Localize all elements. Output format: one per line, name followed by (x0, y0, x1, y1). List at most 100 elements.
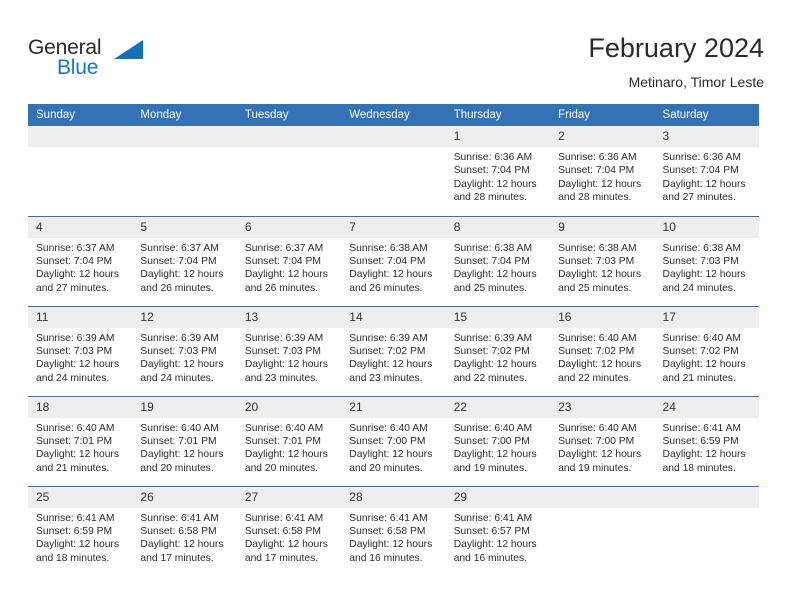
calendar-day-cell-empty (236, 126, 342, 216)
sunset-time: Sunset: 7:04 PM (140, 255, 217, 267)
day-number (550, 486, 655, 508)
day-details: Sunrise: 6:40 AM Sunset: 7:00 PM Daylight:… (446, 418, 550, 476)
calendar-day-cell[interactable]: 24 Sunrise: 6:41 AM Sunset: 6:59 PM Dayligh… (654, 395, 759, 486)
calendar-day-cell[interactable]: 22 Sunrise: 6:40 AM Sunset: 7:00 PM Dayligh… (445, 395, 551, 486)
day-number: 21 (341, 396, 446, 418)
weekday-header-saturday: Saturday (654, 104, 759, 126)
calendar-day-cell[interactable]: 6 Sunrise: 6:37 AM Sunset: 7:04 PM Daylight… (236, 215, 342, 306)
calendar-day-cell[interactable]: 23 Sunrise: 6:40 AM Sunset: 7:00 PM Dayligh… (550, 395, 655, 486)
day-number: 12 (132, 306, 237, 328)
day-details: Sunrise: 6:38 AM Sunset: 7:03 PM Daylight:… (655, 238, 759, 296)
sunrise-time: Sunrise: 6:40 AM (140, 422, 219, 434)
daylight-duration-line2: and 28 minutes. (558, 192, 632, 204)
day-details: Sunrise: 6:41 AM Sunset: 6:59 PM Daylight:… (655, 418, 759, 476)
sunrise-time: Sunrise: 6:41 AM (453, 512, 533, 524)
calendar-day-cell[interactable]: 14 Sunrise: 6:39 AM Sunset: 7:02 PM Dayligh… (341, 305, 446, 396)
calendar-day-cell[interactable]: 5 Sunrise: 6:37 AM Sunset: 7:04 PM Daylight… (132, 215, 237, 306)
day-number: 4 (28, 216, 133, 238)
calendar-table: Sunday Monday Tuesday Wednesday Thursday… (28, 104, 759, 576)
calendar-day-cell[interactable]: 9 Sunrise: 6:38 AM Sunset: 7:03 PM Daylight… (550, 215, 655, 306)
sunrise-time: Sunrise: 6:38 AM (453, 242, 533, 254)
calendar-page: General Blue February 2024 Metinaro, Tim… (0, 0, 792, 612)
calendar-day-cell[interactable]: 10 Sunrise: 6:38 AM Sunset: 7:03 PM Dayligh… (654, 215, 759, 306)
sunrise-time: Sunrise: 6:40 AM (662, 332, 741, 344)
calendar-day-cell-empty (341, 126, 446, 216)
calendar-day-cell[interactable]: 16 Sunrise: 6:40 AM Sunset: 7:02 PM Dayligh… (550, 305, 655, 396)
day-number: 22 (445, 396, 551, 418)
calendar-day-cell[interactable]: 20 Sunrise: 6:40 AM Sunset: 7:01 PM Dayligh… (236, 395, 342, 486)
day-details: Sunrise: 6:39 AM Sunset: 7:03 PM Daylight:… (132, 328, 236, 386)
daylight-duration-line2: and 19 minutes. (453, 462, 527, 474)
daylight-duration-line2: and 24 minutes. (140, 372, 214, 384)
daylight-duration-line1: Daylight: 12 hours (244, 269, 328, 281)
day-number (28, 126, 133, 147)
daylight-duration-line1: Daylight: 12 hours (453, 269, 537, 281)
sunset-time: Sunset: 6:57 PM (453, 525, 530, 537)
daylight-duration-line1: Daylight: 12 hours (349, 269, 433, 281)
calendar-day-cell[interactable]: 8 Sunrise: 6:38 AM Sunset: 7:04 PM Daylight… (445, 215, 551, 306)
day-details: Sunrise: 6:41 AM Sunset: 6:58 PM Daylight:… (132, 508, 236, 566)
daylight-duration-line1: Daylight: 12 hours (662, 178, 746, 190)
weekday-header-tuesday: Tuesday (236, 104, 342, 126)
sunrise-time: Sunrise: 6:39 AM (453, 332, 533, 344)
general-blue-logo[interactable]: General Blue (28, 36, 148, 86)
calendar-day-cell[interactable]: 21 Sunrise: 6:40 AM Sunset: 7:00 PM Dayligh… (341, 395, 446, 486)
calendar-day-cell[interactable]: 7 Sunrise: 6:38 AM Sunset: 7:04 PM Daylight… (341, 215, 446, 306)
sunset-time: Sunset: 7:02 PM (453, 345, 530, 357)
calendar-day-cell[interactable]: 27 Sunrise: 6:41 AM Sunset: 6:58 PM Dayligh… (236, 485, 342, 576)
calendar-day-cell[interactable]: 15 Sunrise: 6:39 AM Sunset: 7:02 PM Dayligh… (445, 305, 551, 396)
daylight-duration-line1: Daylight: 12 hours (662, 359, 746, 371)
calendar-day-cell[interactable]: 26 Sunrise: 6:41 AM Sunset: 6:58 PM Dayligh… (132, 485, 237, 576)
daylight-duration-line1: Daylight: 12 hours (558, 178, 642, 190)
sunset-time: Sunset: 7:00 PM (453, 435, 530, 447)
calendar-day-cell[interactable]: 1 Sunrise: 6:36 AM Sunset: 7:04 PM Daylight… (445, 126, 551, 216)
daylight-duration-line2: and 26 minutes. (349, 282, 423, 294)
calendar-week-row: 18 Sunrise: 6:40 AM Sunset: 7:01 PM Dayligh… (28, 395, 759, 486)
day-number: 6 (236, 216, 342, 238)
sunset-time: Sunset: 7:02 PM (349, 345, 426, 357)
calendar-day-cell[interactable]: 13 Sunrise: 6:39 AM Sunset: 7:03 PM Dayligh… (236, 305, 342, 396)
calendar-body: 1 Sunrise: 6:36 AM Sunset: 7:04 PM Daylight… (28, 126, 759, 576)
sunset-time: Sunset: 7:03 PM (36, 345, 113, 357)
calendar-day-cell[interactable]: 19 Sunrise: 6:40 AM Sunset: 7:01 PM Dayligh… (132, 395, 237, 486)
day-details: Sunrise: 6:40 AM Sunset: 7:02 PM Daylight:… (550, 328, 654, 386)
daylight-duration-line2: and 20 minutes. (244, 462, 319, 474)
day-details: Sunrise: 6:36 AM Sunset: 7:04 PM Daylight:… (446, 147, 550, 205)
calendar-day-cell-empty (132, 126, 237, 216)
sunset-time: Sunset: 7:01 PM (36, 435, 113, 447)
sunrise-time: Sunrise: 6:41 AM (140, 512, 219, 524)
sunset-time: Sunset: 6:59 PM (662, 435, 739, 447)
day-details: Sunrise: 6:39 AM Sunset: 7:02 PM Daylight:… (341, 328, 445, 386)
sunrise-time: Sunrise: 6:41 AM (244, 512, 324, 524)
weekday-header-friday: Friday (550, 104, 655, 126)
calendar-day-cell[interactable]: 17 Sunrise: 6:40 AM Sunset: 7:02 PM Dayligh… (654, 305, 759, 396)
sunset-time: Sunset: 7:04 PM (453, 165, 530, 177)
calendar-day-cell[interactable]: 12 Sunrise: 6:39 AM Sunset: 7:03 PM Dayligh… (132, 305, 237, 396)
sunrise-time: Sunrise: 6:39 AM (349, 332, 428, 344)
logo-text-blue: Blue (57, 56, 99, 79)
calendar-day-cell[interactable]: 25 Sunrise: 6:41 AM Sunset: 6:59 PM Dayligh… (28, 485, 133, 576)
daylight-duration-line1: Daylight: 12 hours (140, 449, 224, 461)
calendar-day-cell[interactable]: 18 Sunrise: 6:40 AM Sunset: 7:01 PM Dayligh… (28, 395, 133, 486)
sunrise-time: Sunrise: 6:40 AM (558, 422, 637, 434)
calendar-day-cell[interactable]: 3 Sunrise: 6:36 AM Sunset: 7:04 PM Daylight… (654, 126, 759, 216)
calendar-day-cell[interactable]: 4 Sunrise: 6:37 AM Sunset: 7:04 PM Daylight… (28, 215, 133, 306)
page-subtitle: Metinaro, Timor Leste (628, 74, 764, 90)
day-details: Sunrise: 6:40 AM Sunset: 7:01 PM Daylight:… (28, 418, 132, 476)
sunrise-time: Sunrise: 6:40 AM (453, 422, 533, 434)
sunrise-time: Sunrise: 6:40 AM (558, 332, 637, 344)
sunset-time: Sunset: 7:04 PM (349, 255, 426, 267)
calendar-day-cell[interactable]: 2 Sunrise: 6:36 AM Sunset: 7:04 PM Daylight… (550, 126, 655, 216)
calendar-day-cell[interactable]: 11 Sunrise: 6:39 AM Sunset: 7:03 PM Dayligh… (28, 305, 133, 396)
calendar-day-cell[interactable]: 29 Sunrise: 6:41 AM Sunset: 6:57 PM Dayligh… (445, 485, 551, 576)
day-number: 9 (550, 216, 655, 238)
weekday-header-wednesday: Wednesday (341, 104, 446, 126)
day-number (654, 486, 759, 508)
weekday-header-monday: Monday (132, 104, 237, 126)
calendar-header-row: Sunday Monday Tuesday Wednesday Thursday… (28, 104, 759, 126)
calendar-day-cell[interactable]: 28 Sunrise: 6:41 AM Sunset: 6:58 PM Dayligh… (341, 485, 446, 576)
day-details: Sunrise: 6:40 AM Sunset: 7:00 PM Daylight:… (550, 418, 654, 476)
sunset-time: Sunset: 7:03 PM (140, 345, 217, 357)
day-number: 24 (654, 396, 759, 418)
day-number: 8 (445, 216, 551, 238)
